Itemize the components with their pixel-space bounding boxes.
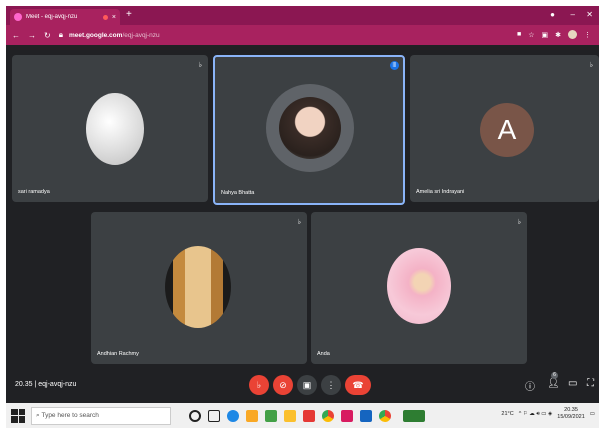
taskbar-search-input[interactable]: ⌕ Type here to search — [31, 406, 171, 425]
puzzle-icon[interactable]: ✱ — [555, 31, 561, 39]
weather-text[interactable]: 21°C — [501, 411, 513, 417]
participant-name: Amelia sri Indrayani — [416, 189, 465, 195]
more-options-button[interactable]: ⋮ — [321, 375, 341, 395]
chat-icon[interactable]: ▭ — [568, 378, 577, 389]
lock-icon[interactable]: 🔒︎ — [59, 30, 63, 40]
participant-tile[interactable]: ♭ sari ramadya — [12, 55, 208, 202]
participant-avatar — [387, 248, 451, 324]
back-arrow-icon[interactable]: ← — [12, 31, 20, 40]
camera-indicator-icon[interactable]: ■ — [517, 31, 521, 38]
system-tray: 21°C ^ ⚐ ☁ 🔊︎ ▭ ◈ 20.35 15/09/2021 ▭ — [501, 407, 595, 421]
new-tab-button[interactable]: + — [126, 9, 132, 21]
close-window-button[interactable]: ✕ — [586, 10, 593, 19]
participant-tile[interactable]: ♭ Anda — [311, 212, 527, 364]
tab-title: Meet - eqj-avqj-nzu — [26, 14, 78, 20]
edge-icon[interactable] — [227, 409, 239, 422]
chrome-icon-2[interactable] — [379, 409, 391, 422]
app-icon-red[interactable] — [303, 409, 315, 422]
file-explorer-icon[interactable] — [246, 409, 258, 422]
meeting-stage: ♭ sari ramadya ||| Nahya Bhatta A ♭ Amel… — [6, 45, 599, 403]
meeting-controls-bar: 20.35 | eqj-avqj-nzu ♭ ⊘ ▣ ⋮ ☎ ⓘ 👤︎ 6 ▭ … — [6, 372, 599, 400]
chrome-icon[interactable] — [322, 409, 334, 422]
reload-icon[interactable]: ↻ — [44, 31, 51, 40]
clock[interactable]: 20.35 15/09/2021 — [557, 407, 585, 421]
end-call-button[interactable]: ☎ — [345, 375, 371, 395]
participant-name: Andhian Rachmy — [97, 351, 139, 357]
participant-tile[interactable]: A ♭ Amelia sri Indrayani — [410, 55, 599, 202]
cortana-icon[interactable] — [189, 409, 201, 422]
speaking-indicator-icon: ||| — [390, 61, 399, 70]
bookmark-star-icon[interactable]: ☆ — [528, 31, 534, 39]
notifications-icon[interactable]: ▭ — [590, 411, 595, 417]
meeting-info-icon[interactable]: ⓘ — [525, 378, 535, 393]
meet-favicon-icon — [14, 13, 22, 21]
app-icon-green[interactable] — [265, 409, 277, 422]
app-icon-pink[interactable] — [341, 409, 353, 422]
recording-dot-icon — [102, 14, 108, 20]
participant-avatar — [279, 97, 341, 159]
profile-avatar[interactable] — [568, 30, 577, 39]
participant-name: Nahya Bhatta — [221, 190, 255, 196]
camera-off-button[interactable]: ⊘ — [273, 375, 293, 395]
participant-tile[interactable]: ♭ Andhian Rachmy — [91, 212, 307, 364]
participant-initial-avatar: A — [480, 103, 534, 157]
windows-taskbar: ⌕ Type here to search 21°C ^ ⚐ ☁ 🔊︎ ▭ ◈ … — [6, 403, 599, 428]
windows-start-icon[interactable] — [11, 408, 25, 423]
address-bar: ← → ↻ 🔒︎ meet.google.com/eqj-avqj-nzu ■ … — [6, 25, 599, 45]
minimize-button[interactable]: – — [571, 10, 575, 19]
mic-muted-icon: ♭ — [589, 62, 593, 69]
participant-avatar — [165, 246, 231, 328]
profile-dot-icon[interactable]: ● — [550, 10, 555, 19]
mic-off-button[interactable]: ♭ — [249, 375, 269, 395]
participant-name: sari ramadya — [18, 189, 50, 195]
tray-icons[interactable]: ^ ⚐ ☁ 🔊︎ ▭ ◈ — [519, 411, 553, 418]
browser-tab-bar: Meet - eqj-avqj-nzu × + ● – ✕ — [6, 6, 599, 25]
word-icon[interactable] — [360, 409, 372, 422]
menu-dots-icon[interactable]: ⋮ — [584, 31, 591, 39]
meet-window-thumbnail[interactable] — [403, 409, 425, 422]
mic-muted-icon: ♭ — [198, 62, 202, 69]
app-icon-yellow[interactable] — [284, 409, 296, 422]
task-view-icon[interactable] — [208, 409, 220, 422]
participant-tile-active[interactable]: ||| Nahya Bhatta — [213, 55, 405, 205]
people-icon[interactable]: 👤︎ — [547, 378, 560, 389]
tab-close-icon[interactable]: × — [112, 14, 116, 21]
mic-muted-icon: ♭ — [297, 219, 301, 226]
participant-avatar — [86, 93, 144, 165]
forward-arrow-icon[interactable]: → — [28, 31, 36, 40]
meeting-time-and-code: 20.35 | eqj-avqj-nzu — [15, 381, 77, 388]
url-field[interactable]: meet.google.com/eqj-avqj-nzu — [69, 32, 160, 39]
extension-icon[interactable]: ▣ — [542, 31, 549, 39]
activities-icon[interactable]: ⛶ — [587, 378, 594, 389]
participant-name: Anda — [317, 351, 330, 357]
mic-muted-icon: ♭ — [517, 219, 521, 226]
present-screen-button[interactable]: ▣ — [297, 375, 317, 395]
browser-tab[interactable]: Meet - eqj-avqj-nzu × — [10, 9, 120, 25]
people-count-badge: 6 — [551, 372, 558, 379]
avatar-ring — [266, 84, 354, 172]
